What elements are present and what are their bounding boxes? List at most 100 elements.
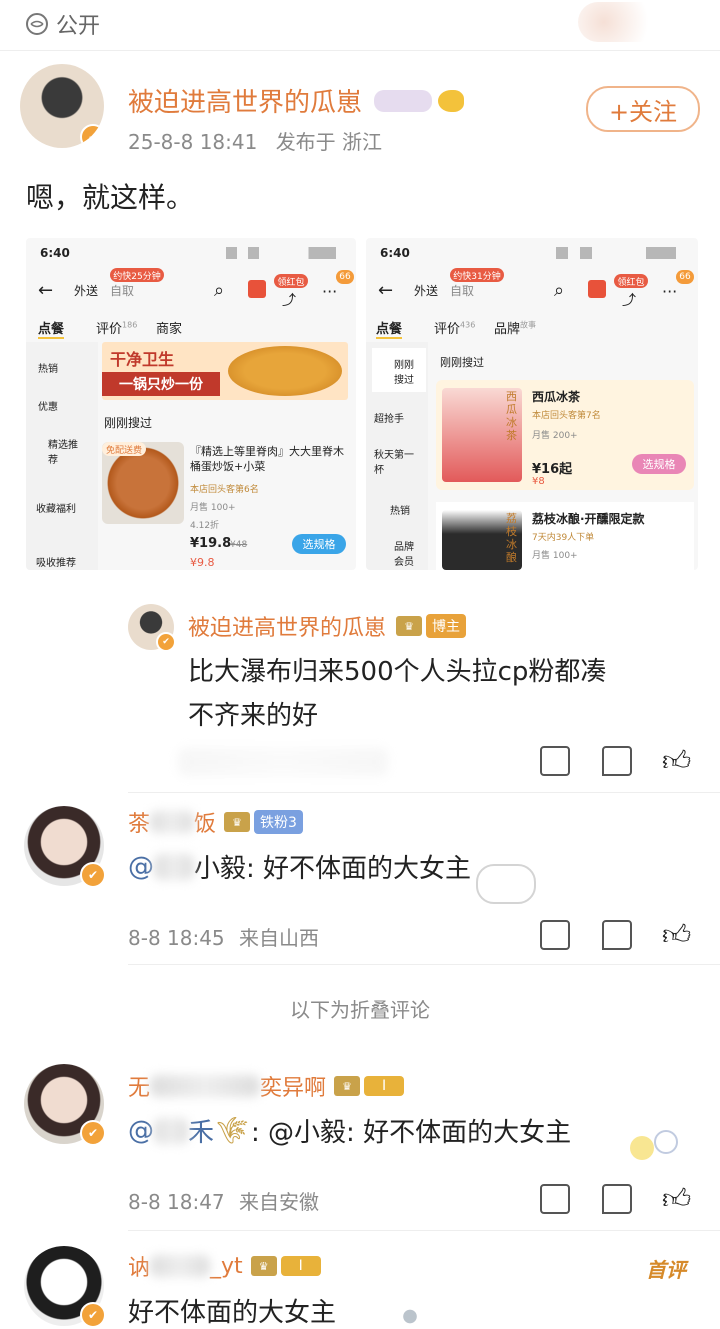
decoration-sticker [578,2,664,42]
comment1-line2: 不齐来的好 [188,701,319,731]
faded-text [178,748,388,776]
comment2-username-start[interactable]: 茶 [128,806,150,838]
search-icon[interactable]: ⌕ [214,280,224,301]
gift-icon[interactable] [248,280,266,298]
tab-pickup[interactable]: 自取 [450,282,474,299]
crown-icon: ♛ [250,1256,277,1276]
comment2-location: 来自山西 [239,926,320,950]
side-item-recent[interactable]: 刚刚搜过 [394,356,422,386]
nav-order[interactable]: 点餐 [376,318,403,339]
side-item-collect[interactable]: 收藏福利 [36,500,76,515]
search-icon[interactable]: ⌕ [554,280,564,301]
section-recent: 刚刚搜过 [104,416,153,430]
commenter-avatar[interactable]: ✔ [24,1246,106,1328]
select-spec-button[interactable]: 选规格 [632,454,686,474]
crown-icon: ♛ [396,616,423,636]
side-item-hot[interactable]: 热销 [390,502,410,517]
count-badge: 66 [676,270,694,284]
back-arrow-icon[interactable]: ← [378,280,393,301]
product-name[interactable]: 『精选上等里脊肉』大大里脊木桶蛋炒饭+小菜 [190,444,350,474]
post-image-right[interactable]: 6:40 ← 外送 自取 约快31分钟 ⌕ 领红包 ⤴ ··· 66 点餐 评价… [366,238,698,570]
comment-icon[interactable] [602,746,632,776]
comment1-header: 被迫进高世界的瓜崽 ♛ 博主 [188,610,467,642]
share-icon[interactable] [540,920,570,950]
product1-coupon: ¥8 [532,476,545,487]
side-item-hot[interactable]: 热销 [38,360,58,375]
verified-badge-icon: ✔ [80,124,104,148]
like-icon[interactable]: 👍︎ [662,1182,691,1216]
image-caption-1: 西瓜冰茶 [506,390,517,442]
comment-icon[interactable] [602,1184,632,1214]
comment3-time: 8-8 18:47 [128,1190,225,1214]
follow-button[interactable]: +关注 [586,86,700,132]
crown-icon: ♛ [224,812,251,832]
nav-order[interactable]: 点餐 [38,318,65,339]
globe-icon [26,13,48,35]
comment2-body: 小毅: 好不体面的大女主 [194,854,472,884]
folded-comments-label[interactable]: 以下为折叠评论 [0,994,720,1023]
level-badge: I [280,1256,321,1276]
side-item-member[interactable]: 品牌会员 [394,538,420,568]
product1-name[interactable]: 西瓜冰茶 [532,388,580,405]
comment4-username-end[interactable]: _yt [210,1254,243,1279]
comment4-text: 好不体面的大女主 [128,1298,337,1328]
side-item-hot-pick[interactable]: 超抢手 [374,410,404,425]
comment3-mention[interactable]: @ [128,1116,154,1146]
post-image-left[interactable]: 6:40 ← 外送 自取 约快25分钟 ⌕ 领红包 ⤴ ··· 66 点餐 评价… [26,238,356,570]
gift-icon[interactable] [588,280,606,298]
author-name[interactable]: 被迫进高世界的瓜崽 [128,82,362,119]
nav-review[interactable]: 评价436 [434,318,475,337]
comment2-username-end[interactable]: 饭 [194,806,216,838]
nav-store[interactable]: 商家 [156,318,182,337]
commenter-avatar[interactable]: ✔ [128,604,176,652]
select-spec-button[interactable]: 选规格 [292,534,346,554]
comment2-header: 茶 饭 ♛ 铁粉3 [128,806,303,838]
like-icon[interactable]: 👍︎ [662,744,691,778]
nav-review-label: 评价 [434,322,461,337]
tab-pickup[interactable]: 自取 [110,282,134,299]
share-icon[interactable] [540,746,570,776]
more-icon[interactable]: ··· [322,282,337,301]
back-arrow-icon[interactable]: ← [38,280,53,301]
product1-repurchase: 本店回头客第7名 [532,411,601,421]
post-location: 发布于 浙江 [275,130,383,154]
side-item-featured[interactable]: 精选推荐 [48,436,82,466]
share-icon[interactable] [540,1184,570,1214]
product2-name[interactable]: 荔枝冰酿·开醺限定款 [532,510,645,527]
comment-icon[interactable] [602,920,632,950]
verified-badge-icon: ✔ [156,632,176,652]
product1-price: ¥16起 [532,462,573,477]
author-badge: 博主 [426,614,467,638]
more-icon[interactable]: ··· [662,282,677,301]
nav-brand[interactable]: 品牌故事 [494,318,536,337]
tab-delivery[interactable]: 外送 [74,282,98,299]
comment3-username-end[interactable]: 奕异啊 [260,1070,326,1102]
comment3-mention-end[interactable]: 禾 [188,1112,214,1149]
tab-delivery[interactable]: 外送 [414,282,438,299]
commenter-avatar[interactable]: ✔ [24,1064,106,1146]
level-badge-icon [374,89,433,112]
side-item-recommend[interactable]: 吸收推荐 [36,554,76,569]
side-item-discount[interactable]: 优惠 [38,398,58,413]
verified-badge-icon: ✔ [80,1302,106,1328]
divider [128,792,720,793]
commenter-avatar[interactable]: ✔ [24,806,106,888]
share-icon[interactable]: ⤴ [622,290,636,310]
author-row: 被迫进高世界的瓜崽 [128,82,465,119]
share-icon[interactable]: ⤴ [282,290,296,310]
comment1-line1: 比大瀑布归来500个人头拉cp粉都凑 [188,657,607,687]
side-item-autumn[interactable]: 秋天第一杯 [374,446,422,476]
divider [128,964,720,965]
nav-brand-sub: 故事 [520,320,537,330]
wheat-icon: 🌾︎ [216,1115,250,1146]
comment4-username-start[interactable]: 讷 [128,1250,150,1282]
comment1-username[interactable]: 被迫进高世界的瓜崽 [188,610,386,642]
author-avatar[interactable]: ✔ [20,64,104,148]
chick-sticker-icon [598,1130,678,1164]
comment3-username-start[interactable]: 无 [128,1070,150,1102]
nav-review[interactable]: 评价186 [96,318,137,337]
verified-badge-icon: ✔ [80,862,106,888]
product2-sales: 月售 100+ [532,551,578,561]
comment2-mention[interactable]: @ [128,852,154,882]
like-icon[interactable]: 👍︎ [662,918,691,952]
